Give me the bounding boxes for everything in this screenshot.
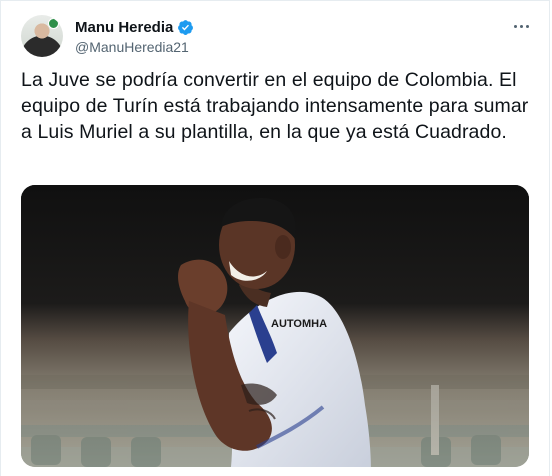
jersey-sponsor-text: AUTOMHA	[271, 318, 327, 330]
more-options-icon[interactable]	[509, 17, 533, 35]
tweet-media-photo[interactable]: AUTOMHA	[21, 185, 529, 467]
tweet-card[interactable]: Manu Heredia @ManuHeredia21 La Juve se p…	[0, 0, 550, 476]
author-name[interactable]: Manu Heredia	[75, 19, 173, 36]
avatar-badge	[48, 18, 59, 29]
player-photo: AUTOMHA	[21, 185, 529, 467]
tweet-text: La Juve se podría convertir en el equipo…	[21, 69, 529, 143]
author-name-row[interactable]: Manu Heredia	[75, 19, 194, 36]
author-handle[interactable]: @ManuHeredia21	[75, 39, 189, 55]
tweet-header: Manu Heredia @ManuHeredia21	[21, 15, 533, 61]
author-avatar[interactable]	[21, 15, 63, 57]
verified-badge-icon	[178, 20, 194, 35]
